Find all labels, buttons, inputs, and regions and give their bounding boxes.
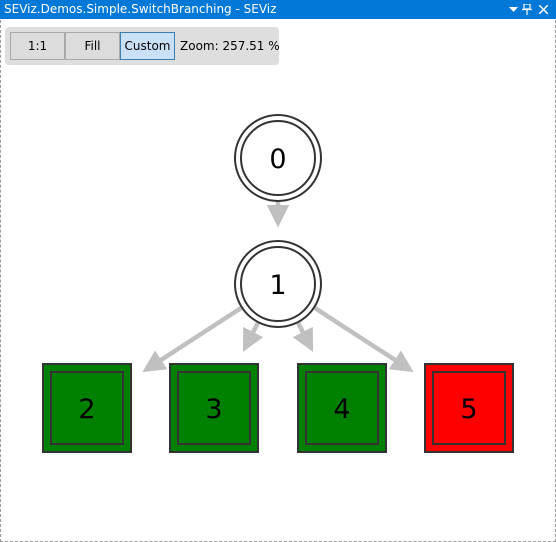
node-0[interactable]: 0	[234, 114, 322, 202]
node-3[interactable]: 3	[169, 363, 259, 453]
graph-canvas: 0 1 2 3 4 5	[42, 114, 514, 453]
node-5[interactable]: 5	[424, 363, 514, 453]
node-label-1: 1	[269, 270, 286, 301]
node-label-4: 4	[333, 394, 350, 425]
node-label-2: 2	[78, 394, 95, 425]
node-1[interactable]: 1	[234, 240, 322, 328]
node-label-3: 3	[205, 394, 222, 425]
edge-1-5	[313, 306, 414, 373]
node-4[interactable]: 4	[297, 363, 387, 453]
edge-1-2	[142, 306, 243, 373]
node-label-5: 5	[460, 394, 477, 425]
node-2[interactable]: 2	[42, 363, 132, 453]
node-label-0: 0	[269, 144, 286, 175]
edge-1-3	[242, 322, 264, 353]
edge-1-4	[292, 322, 314, 353]
